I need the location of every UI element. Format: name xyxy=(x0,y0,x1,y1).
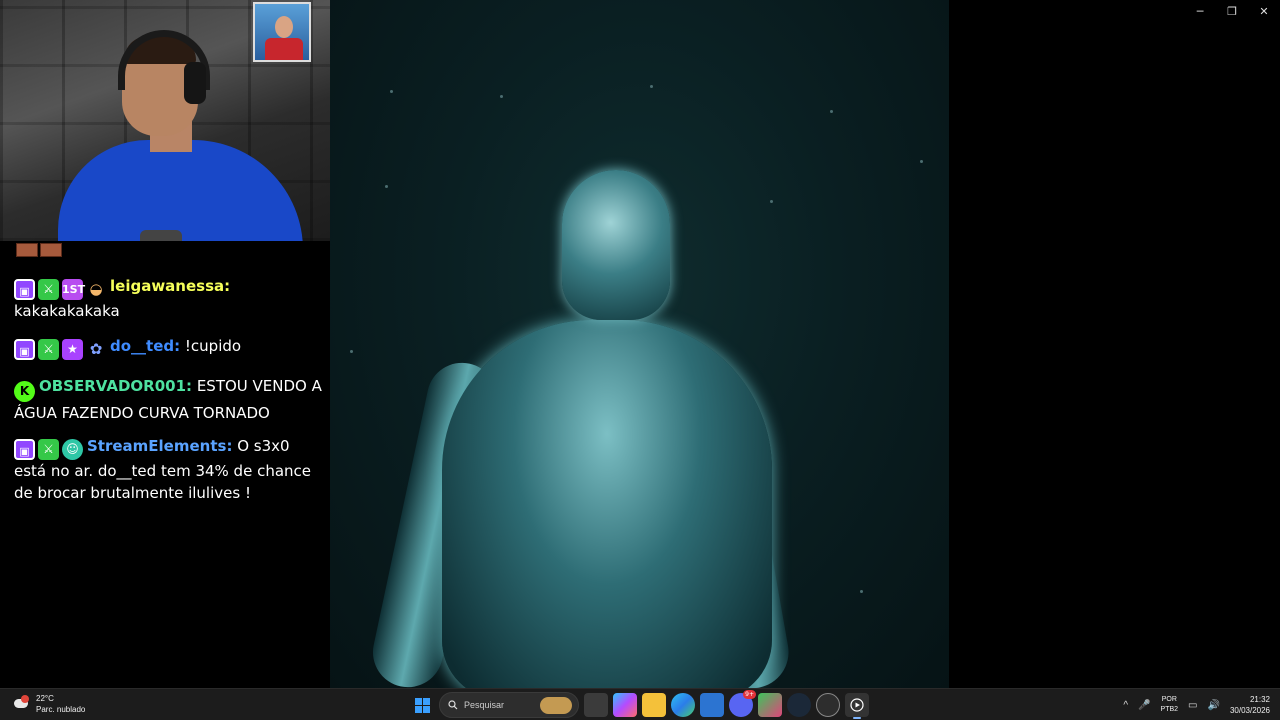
kick-badge-icon: K xyxy=(14,381,35,402)
task-view-icon[interactable] xyxy=(584,693,608,717)
search-placeholder: Pesquisar xyxy=(464,700,505,710)
clock-time: 21:32 xyxy=(1249,695,1270,704)
twitch-badge-icon: ▣ xyxy=(14,439,35,460)
first-badge-icon: 1ST xyxy=(62,279,85,300)
figure-head xyxy=(562,170,670,320)
keyboard-layout: PTB2 xyxy=(1160,706,1179,713)
bot-badge-icon: ☺ xyxy=(62,439,83,460)
windows-logo-icon xyxy=(414,697,430,713)
sword-badge-icon: ⚔ xyxy=(38,339,59,360)
chat-username: do__ted: xyxy=(110,337,181,355)
search-highlight-image xyxy=(540,697,572,714)
emote-badge-icon: ◒ xyxy=(89,280,103,298)
twitch-badge-icon: ▣ xyxy=(14,279,35,300)
weather-widget[interactable]: 22°C Parc. nublado xyxy=(12,693,85,715)
window-controls: ─ ❐ ✕ xyxy=(1184,0,1280,22)
chat-text: kakakakakaka xyxy=(14,302,120,320)
language-indicator[interactable]: POR PTB2 xyxy=(1161,695,1179,715)
language-code: POR xyxy=(1161,696,1177,703)
chat-username: StreamElements: xyxy=(87,437,233,455)
copilot-icon[interactable] xyxy=(613,693,637,717)
steam-icon[interactable] xyxy=(787,693,811,717)
figure-torso xyxy=(442,320,772,688)
photos-icon[interactable] xyxy=(700,693,724,717)
star-badge-icon: ★ xyxy=(62,339,83,360)
headphone-cup xyxy=(184,62,206,104)
minimize-button[interactable]: ─ xyxy=(1184,0,1216,22)
clock-date: 30/03/2026 xyxy=(1229,706,1270,715)
microphone xyxy=(140,230,182,241)
discord-icon[interactable]: 9+ xyxy=(729,690,756,717)
stream-chat: ▣ ⚔ 1ST ◒ leigawanessa: kakakakakaka ▣ ⚔… xyxy=(0,241,330,688)
clock[interactable]: 21:32 30/03/2026 xyxy=(1230,694,1270,716)
taskbar: 22°C Parc. nublado Pesquisar 9+ ^ 🎤 POR … xyxy=(0,688,1280,720)
game-launcher-icon[interactable] xyxy=(758,693,782,717)
weather-temp: 22°C xyxy=(36,694,54,703)
network-icon[interactable]: ▭ xyxy=(1188,700,1197,711)
twitch-badge-icon: ▣ xyxy=(14,339,35,360)
weather-icon xyxy=(12,695,30,713)
sword-badge-icon: ⚔ xyxy=(38,279,59,300)
webcam-overlay xyxy=(0,0,338,241)
sword-badge-icon: ⚔ xyxy=(38,439,59,460)
search-box[interactable]: Pesquisar xyxy=(439,692,579,718)
chat-username: leigawanessa: xyxy=(110,277,231,295)
restore-button[interactable]: ❐ xyxy=(1216,0,1248,22)
video-frame[interactable] xyxy=(330,0,949,688)
chevron-up-icon[interactable]: ^ xyxy=(1123,700,1128,711)
file-explorer-icon[interactable] xyxy=(642,693,666,717)
weather-condition: Parc. nublado xyxy=(36,705,86,714)
close-button[interactable]: ✕ xyxy=(1248,0,1280,22)
notification-badge: 9+ xyxy=(743,690,756,699)
chat-username: OBSERVADOR001: xyxy=(39,377,193,395)
chat-message: ▣ ⚔ ☺ StreamElements: O s3x0 está no ar.… xyxy=(14,435,326,504)
ghost-badge-icon: ✿ xyxy=(89,340,103,358)
chat-message: K OBSERVADOR001: ESTOU VENDO A ÁGUA FAZE… xyxy=(14,375,326,424)
system-tray: ^ 🎤 POR PTB2 ▭ 🔊 21:32 30/03/2026 xyxy=(1123,689,1280,720)
taskbar-apps: Pesquisar 9+ xyxy=(410,690,869,719)
microphone-icon[interactable]: 🎤 xyxy=(1138,700,1150,711)
media-player-icon[interactable] xyxy=(845,693,869,719)
edge-browser-icon[interactable] xyxy=(671,693,695,717)
chat-text: !cupido xyxy=(184,337,242,355)
wall-poster xyxy=(253,2,311,62)
search-icon xyxy=(448,700,458,710)
obs-icon[interactable] xyxy=(816,693,840,717)
emote-strip xyxy=(16,243,62,257)
chat-message: ▣ ⚔ ★ ✿ do__ted: !cupido xyxy=(14,335,326,360)
start-button[interactable] xyxy=(410,693,434,717)
chat-message: ▣ ⚔ 1ST ◒ leigawanessa: kakakakakaka xyxy=(14,275,326,322)
volume-icon[interactable]: 🔊 xyxy=(1208,700,1220,711)
